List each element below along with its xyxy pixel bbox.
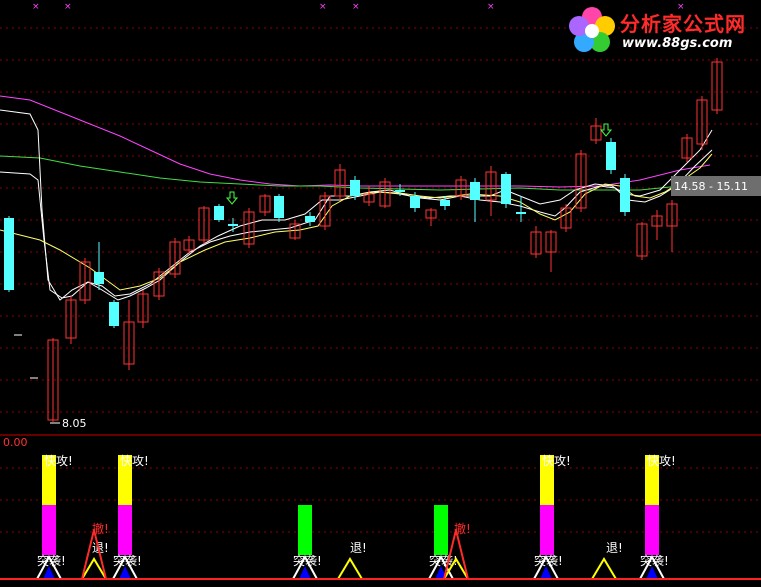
signal-label-raid: 突袭! — [534, 553, 563, 568]
candle[interactable] — [94, 242, 104, 290]
candle[interactable] — [620, 174, 630, 216]
signal-label-attack: 快攻! — [120, 454, 149, 468]
candle[interactable] — [214, 204, 224, 222]
stock-chart[interactable]: × × × × × × 快攻! 快攻! 快攻! 快攻!突袭! 突袭! 突袭! 突袭! 突袭! 突袭!退! 退… — [0, 0, 761, 587]
candle-body — [214, 206, 224, 220]
candle[interactable] — [681, 134, 693, 162]
signal-bar-magenta — [118, 505, 132, 555]
candle[interactable] — [363, 186, 375, 206]
top-mark: × — [319, 2, 327, 12]
candle-body — [440, 200, 450, 206]
moving-averages — [0, 95, 713, 301]
indicator-signals[interactable]: 快攻! 快攻! 快攻! 快攻!突袭! 突袭! 突袭! 突袭! 突袭! 突袭!退! 退! 退!撤! 撤! — [35, 454, 676, 580]
candle[interactable] — [305, 212, 315, 226]
candle[interactable] — [65, 296, 77, 344]
ma-line-5 — [0, 153, 713, 291]
candle-body — [4, 218, 14, 290]
candle-body — [350, 180, 360, 196]
down-arrow-icon — [599, 123, 613, 137]
candle[interactable] — [123, 300, 135, 370]
candle[interactable] — [79, 258, 91, 304]
signal-label-raid: 突袭! — [640, 553, 669, 568]
signal-bar-green — [434, 505, 448, 555]
candle[interactable] — [711, 58, 723, 114]
candle[interactable] — [636, 222, 648, 260]
retreat-triangle — [336, 557, 364, 580]
candle-body — [516, 212, 526, 214]
signal-bar-magenta — [42, 505, 56, 555]
watermark-title: 分析家公式网 — [620, 12, 746, 36]
signal-label-retreat: 退! — [350, 541, 367, 555]
candle-body — [470, 182, 480, 200]
candles[interactable] — [4, 58, 723, 422]
candle[interactable] — [516, 196, 526, 222]
candle[interactable] — [198, 206, 210, 244]
candle[interactable] — [666, 200, 678, 252]
arrow-markers — [225, 123, 613, 205]
signal-bar-magenta — [645, 505, 659, 555]
flower-logo-icon — [569, 7, 615, 52]
signal-label-withdraw: 撤! — [454, 521, 471, 536]
candle[interactable] — [137, 290, 149, 328]
candle[interactable] — [590, 118, 602, 144]
candle-body — [274, 196, 284, 218]
signal-label-raid: 突袭! — [37, 553, 66, 568]
ma-line-3 — [0, 109, 713, 301]
candle[interactable] — [696, 96, 708, 150]
candle-body — [620, 178, 630, 212]
top-mark: × — [64, 2, 72, 12]
candle-body — [228, 224, 238, 226]
price-range-label: 14.58 - 15.11 — [674, 180, 748, 193]
ma-line-1 — [0, 95, 711, 188]
candle[interactable] — [530, 226, 542, 258]
candle[interactable] — [470, 178, 480, 222]
candle-body — [109, 302, 119, 326]
candle-body — [94, 272, 104, 284]
low-price-label: 8.05 — [62, 417, 87, 430]
candle-body — [606, 142, 616, 170]
signal-label-raid: 突袭! — [113, 553, 142, 568]
candle[interactable] — [4, 216, 14, 292]
signal-bar-green — [298, 505, 312, 555]
candle[interactable] — [169, 238, 181, 278]
top-mark: × — [32, 2, 40, 12]
signal-label-raid: 突袭! — [429, 553, 458, 568]
watermark-url: www.88gs.com — [622, 36, 733, 51]
candle[interactable] — [259, 194, 271, 216]
top-mark: × — [487, 2, 495, 12]
ma-line-4 — [0, 149, 713, 301]
signal-bar-magenta — [540, 505, 554, 555]
signal-label-attack: 快攻! — [44, 454, 73, 468]
candle[interactable] — [501, 172, 511, 208]
candle[interactable] — [425, 208, 437, 226]
signal-label-withdraw: 撤! — [92, 521, 109, 536]
candle-body — [410, 196, 420, 208]
down-arrow-icon — [225, 191, 239, 205]
signal-label-attack: 快攻! — [647, 454, 676, 468]
candle-body — [305, 216, 315, 222]
signal-label-attack: 快攻! — [542, 454, 571, 468]
candle[interactable] — [334, 164, 346, 200]
retreat-triangle — [590, 557, 618, 580]
candle[interactable] — [109, 300, 119, 328]
signal-label-retreat: 退! — [606, 541, 623, 555]
candle-body — [501, 174, 511, 204]
top-mark: × — [352, 2, 360, 12]
candle[interactable] — [651, 210, 663, 240]
candle[interactable] — [560, 204, 572, 232]
candle[interactable] — [243, 208, 255, 248]
indicator-zero-label: 0.00 — [3, 436, 28, 449]
candle[interactable] — [606, 138, 616, 174]
signal-label-raid: 突袭! — [293, 553, 322, 568]
candle[interactable] — [274, 194, 284, 222]
candle[interactable] — [545, 230, 557, 272]
site-watermark: 分析家公式网 www.88gs.com — [560, 2, 760, 58]
candle-body — [395, 190, 405, 192]
candle[interactable] — [485, 166, 497, 216]
